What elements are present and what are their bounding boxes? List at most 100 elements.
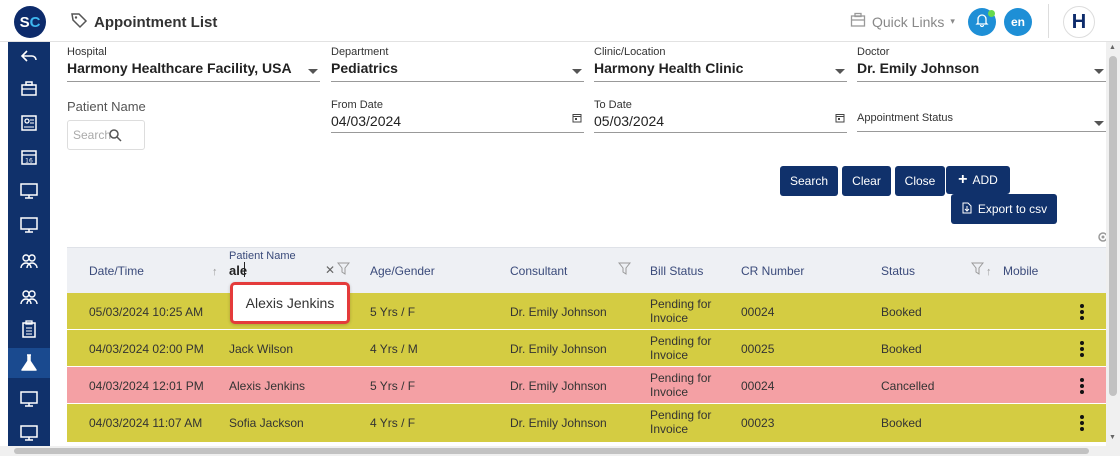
sidebar: 16	[0, 42, 57, 456]
department-select[interactable]: Department Pediatrics	[331, 46, 584, 82]
autocomplete-suggestion[interactable]: Alexis Jenkins	[230, 282, 350, 324]
bill-status-line1: Pending for	[650, 297, 712, 311]
plus-icon: +	[958, 171, 968, 188]
monitor-icon[interactable]	[8, 384, 50, 414]
field-underline	[857, 131, 1106, 132]
column-header-patient-name: Patient Name	[229, 250, 296, 262]
doctor-value: Dr. Emily Johnson	[857, 60, 980, 76]
app-logo[interactable]: SC	[14, 6, 46, 38]
doctor-label: Doctor	[857, 46, 890, 58]
field-underline	[67, 81, 320, 82]
column-header-datetime[interactable]: Date/Time	[89, 264, 144, 278]
clipboard-icon[interactable]	[8, 314, 50, 344]
language-button[interactable]: en	[1004, 8, 1032, 36]
bill-status-line2: Invoice	[650, 348, 689, 362]
field-underline	[857, 81, 1106, 82]
row-datetime: 04/03/2024 12:01 PM	[89, 379, 204, 393]
row-datetime: 04/03/2024 02:00 PM	[89, 342, 204, 356]
row-consultant: Dr. Emily Johnson	[510, 416, 607, 430]
hospital-select[interactable]: Hospital Harmony Healthcare Facility, US…	[67, 46, 320, 82]
from-date-field[interactable]: From Date 04/03/2024	[331, 99, 584, 133]
chevron-down-icon	[308, 69, 318, 74]
add-button-label: ADD	[972, 173, 998, 187]
calendar-icon[interactable]	[835, 110, 845, 128]
bill-status-line2: Invoice	[650, 385, 689, 399]
logo-letter-c: C	[29, 13, 41, 31]
row-age-gender: 4 Yrs / M	[370, 342, 418, 356]
notification-button[interactable]	[968, 8, 996, 36]
clear-filter-icon[interactable]: ✕	[325, 263, 335, 277]
row-consultant: Dr. Emily Johnson	[510, 379, 607, 393]
row-datetime: 04/03/2024 11:07 AM	[89, 416, 203, 430]
clinic-select[interactable]: Clinic/Location Harmony Health Clinic	[594, 46, 847, 82]
more-options-icon[interactable]	[1080, 378, 1084, 396]
add-button[interactable]: + ADD	[946, 166, 1010, 194]
more-options-icon[interactable]	[1080, 341, 1084, 359]
text-cursor	[244, 262, 245, 277]
row-consultant: Dr. Emily Johnson	[510, 342, 607, 356]
monitor-icon[interactable]	[8, 418, 50, 448]
doctor-select[interactable]: Doctor Dr. Emily Johnson	[857, 46, 1106, 82]
users-icon[interactable]	[8, 282, 50, 312]
department-value: Pediatrics	[331, 60, 398, 76]
page-title: Appointment List	[94, 14, 218, 31]
row-age-gender: 4 Yrs / F	[370, 416, 416, 430]
to-date-field[interactable]: To Date 05/03/2024	[594, 99, 847, 133]
filter-icon[interactable]	[970, 262, 985, 280]
more-options-icon[interactable]	[1080, 304, 1084, 322]
bill-status-line2: Invoice	[650, 422, 689, 436]
more-options-icon[interactable]	[1080, 415, 1084, 433]
notification-dot	[988, 10, 995, 17]
patient-search-input[interactable]: Search	[67, 120, 145, 150]
divider	[1048, 4, 1049, 38]
search-placeholder: Search	[73, 128, 112, 142]
patient-name-filter: Patient Name	[67, 99, 157, 117]
appointment-status-select[interactable]: Appointment Status	[857, 112, 1106, 132]
back-arrow-icon[interactable]	[8, 42, 50, 72]
scroll-down-arrow[interactable]: ▼	[1109, 434, 1116, 441]
row-status: Booked	[881, 342, 922, 356]
monitor-icon[interactable]	[8, 210, 50, 240]
row-datetime: 05/03/2024 10:25 AM	[89, 305, 204, 319]
row-status: Cancelled	[881, 379, 935, 393]
filter-icon[interactable]	[617, 262, 632, 280]
search-button[interactable]: Search	[780, 166, 838, 196]
quick-links-menu[interactable]: Quick Links ▾	[850, 12, 955, 31]
calendar-icon[interactable]: 16	[8, 142, 50, 172]
clinic-value: Harmony Health Clinic	[594, 60, 744, 76]
field-underline	[331, 132, 584, 133]
row-age-gender: 5 Yrs / F	[370, 305, 416, 319]
id-card-icon[interactable]	[8, 108, 50, 138]
flask-icon[interactable]	[8, 348, 50, 378]
row-cr-number: 00025	[741, 342, 775, 356]
top-bar: SC Appointment List Quick Links ▾ en H	[0, 0, 1120, 42]
export-csv-button[interactable]: Export to csv	[951, 194, 1057, 224]
filter-icon[interactable]	[336, 262, 351, 280]
horizontal-scrollbar[interactable]	[0, 446, 1120, 456]
bill-status-line2: Invoice	[650, 311, 689, 325]
close-button[interactable]: Close	[895, 166, 945, 196]
calendar-icon[interactable]	[572, 110, 582, 128]
clear-button[interactable]: Clear	[842, 166, 891, 196]
scrollbar-thumb[interactable]	[14, 448, 1089, 454]
user-avatar[interactable]: H	[1063, 6, 1095, 38]
bill-status-line1: Pending for	[650, 371, 712, 385]
row-cr-number: 00024	[741, 305, 775, 319]
vertical-scrollbar[interactable]: ▲ ▼	[1106, 42, 1120, 446]
scrollbar-thumb[interactable]	[1109, 56, 1117, 396]
sort-arrow-icon[interactable]: ↑	[986, 266, 992, 278]
users-icon[interactable]	[8, 246, 50, 276]
department-label: Department	[331, 46, 389, 58]
row-patient: Sofia Jackson	[229, 416, 304, 430]
row-patient: Alexis Jenkins	[229, 379, 306, 393]
row-consultant: Dr. Emily Johnson	[510, 305, 607, 319]
sort-arrow-icon[interactable]: ↑	[212, 266, 218, 278]
scroll-up-arrow[interactable]: ▲	[1109, 44, 1116, 51]
monitor-icon[interactable]	[8, 176, 50, 206]
briefcase-icon[interactable]	[8, 74, 50, 104]
column-header-bill-status: Bill Status	[650, 264, 704, 278]
row-cr-number: 00023	[741, 416, 775, 430]
page-title-group: Appointment List	[70, 11, 217, 34]
logo-letter-s: S	[19, 13, 30, 31]
bill-status-line1: Pending for	[650, 408, 712, 422]
